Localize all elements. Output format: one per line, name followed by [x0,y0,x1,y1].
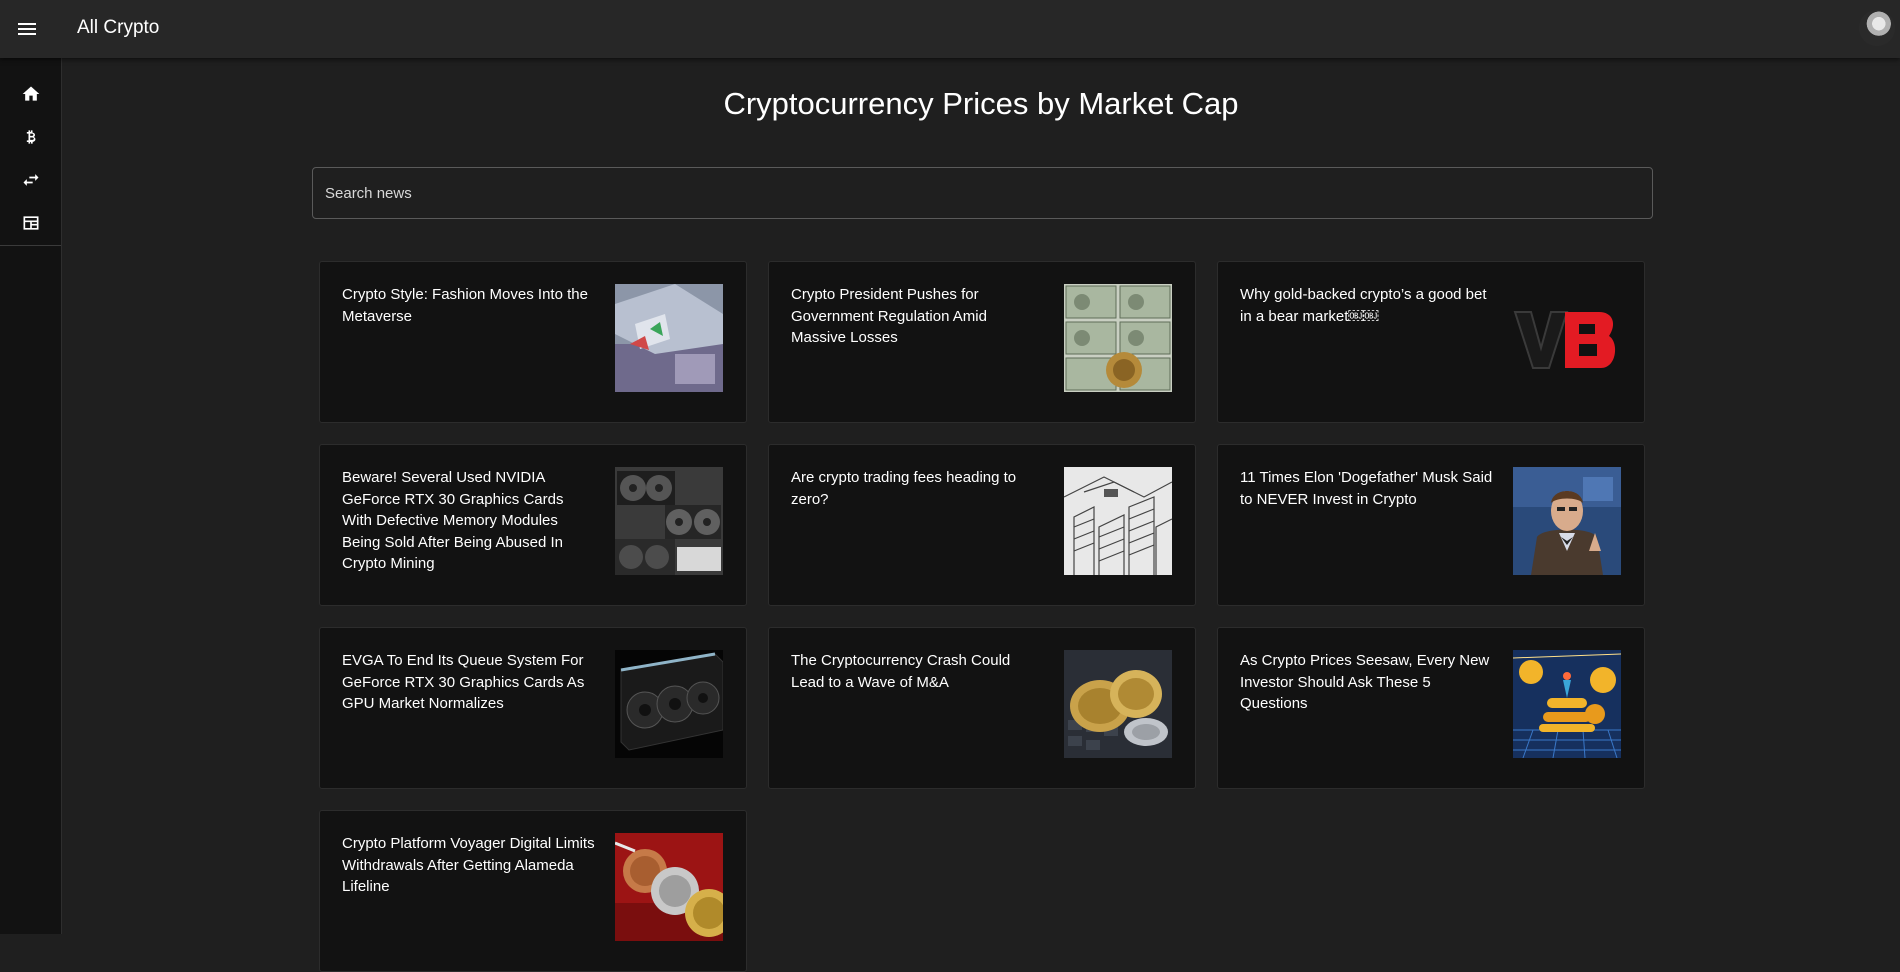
news-card[interactable]: Crypto Platform Voyager Digital Limits W… [319,810,747,972]
dollar-bills-bitcoin-thumbnail [1064,284,1172,392]
news-card-title: Why gold-backed crypto’s a good bet in a… [1240,286,1487,325]
sidebar-nav [0,58,61,246]
sidebar-item-exchanges[interactable] [0,158,62,201]
search-news-input[interactable] [312,167,1653,219]
metaverse-fashion-thumbnail [615,284,723,392]
news-card-title: Are crypto trading fees heading to zero? [791,469,1017,508]
user-avatar[interactable] [1859,10,1895,46]
sidebar-item-home[interactable] [0,72,62,115]
news-card[interactable]: EVGA To End Its Queue System For GeForce… [319,627,747,789]
menu-button[interactable] [12,12,42,46]
news-grid: Crypto Style: Fashion Moves Into the Met… [319,261,1647,972]
coins-red-background-thumbnail [615,833,723,941]
graphics-cards-thumbnail [615,467,723,575]
news-card[interactable]: Beware! Several Used NVIDIA GeForce RTX … [319,444,747,606]
main-content: Cryptocurrency Prices by Market Cap Cryp… [62,58,1900,972]
sidebar [0,58,62,934]
evga-gpu-thumbnail [615,650,723,758]
home-icon [22,86,40,101]
news-card[interactable]: As Crypto Prices Seesaw, Every New Inves… [1217,627,1645,789]
news-card-title: Beware! Several Used NVIDIA GeForce RTX … [342,469,564,572]
coins-illustration-thumbnail [1513,650,1621,758]
news-card-title: Crypto Style: Fashion Moves Into the Met… [342,286,588,325]
news-card-title: Crypto Platform Voyager Digital Limits W… [342,835,595,895]
city-sketch-thumbnail [1064,467,1172,575]
sidebar-item-news[interactable] [0,201,62,244]
menu-icon [18,23,36,35]
swap-icon [23,173,39,186]
news-card-title: As Crypto Prices Seesaw, Every New Inves… [1240,652,1490,712]
news-card-title: Crypto President Pushes for Government R… [791,286,987,346]
news-card-title: EVGA To End Its Queue System For GeForce… [342,652,585,712]
news-card[interactable]: The Cryptocurrency Crash Could Lead to a… [768,627,1196,789]
news-card[interactable]: 11 Times Elon 'Dogefather' Musk Said to … [1217,444,1645,606]
news-card[interactable]: Crypto Style: Fashion Moves Into the Met… [319,261,747,423]
news-card[interactable]: Are crypto trading fees heading to zero? [768,444,1196,606]
app-title[interactable]: All Crypto [77,17,159,39]
page-title: Cryptocurrency Prices by Market Cap [723,86,1239,121]
vb-logo-thumbnail [1513,284,1621,392]
news-icon [23,215,39,230]
news-card[interactable]: Crypto President Pushes for Government R… [768,261,1196,423]
top-app-bar: All Crypto [0,0,1900,58]
news-card[interactable]: Why gold-backed crypto’s a good bet in a… [1217,261,1645,423]
gold-coins-keyboard-thumbnail [1064,650,1172,758]
news-card-title: The Cryptocurrency Crash Could Lead to a… [791,652,1011,691]
news-card-title: 11 Times Elon 'Dogefather' Musk Said to … [1240,469,1493,508]
sidebar-item-cryptocurrencies[interactable] [0,115,62,158]
bitcoin-icon [26,129,36,144]
tv-host-thumbnail [1513,467,1621,575]
